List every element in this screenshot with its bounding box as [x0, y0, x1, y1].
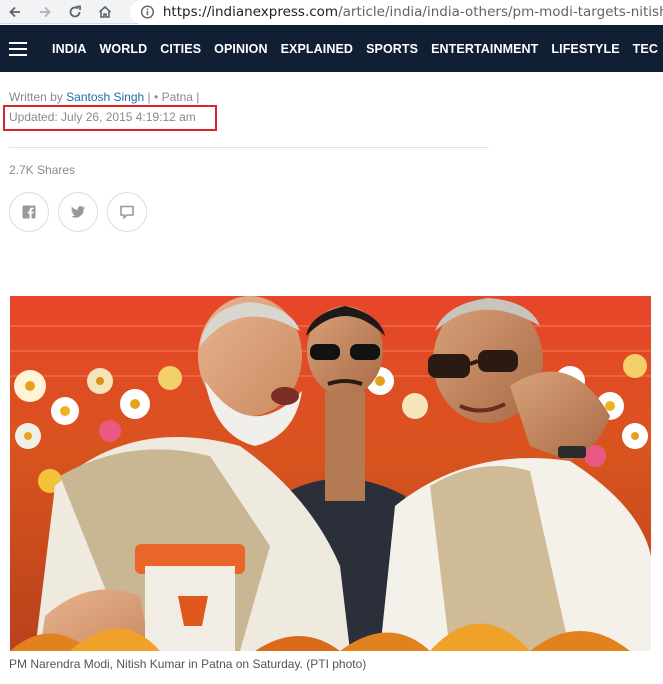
browser-toolbar: https://indianexpress.com/article/india/… — [0, 0, 663, 24]
nav-item-explained[interactable]: EXPLAINED — [281, 42, 353, 56]
site-navigation: INDIA WORLD CITIES OPINION EXPLAINED SPO… — [0, 25, 663, 72]
facebook-share-button[interactable] — [9, 192, 49, 232]
back-arrow-icon — [9, 6, 20, 17]
updated-timestamp: Updated: July 26, 2015 4:19:12 am — [9, 110, 196, 124]
byline-bullet: • — [154, 90, 159, 104]
byline-separator-2: | — [196, 90, 200, 104]
nav-item-entertainment[interactable]: ENTERTAINMENT — [431, 42, 538, 56]
nav-item-world[interactable]: WORLD — [100, 42, 148, 56]
share-count: 2.7K Shares — [9, 163, 76, 177]
photo-illustration — [10, 296, 651, 651]
home-button[interactable] — [90, 0, 120, 24]
share-buttons — [9, 192, 147, 232]
facebook-icon — [22, 205, 36, 219]
info-icon[interactable] — [140, 4, 155, 20]
byline-separator: | — [147, 90, 151, 104]
url-domain: https://indianexpress.com — [162, 4, 339, 20]
divider — [9, 147, 489, 148]
nav-item-tech[interactable]: TEC — [633, 42, 658, 56]
byline: Written by Santosh Singh | • Patna | — [9, 90, 199, 104]
author-link[interactable]: Santosh Singh — [66, 90, 144, 104]
url-path: /article/india/india-others/pm-modi-targ… — [338, 4, 663, 20]
twitter-icon — [71, 206, 85, 218]
twitter-share-button[interactable] — [58, 192, 98, 232]
reload-button[interactable] — [60, 0, 90, 24]
nav-item-cities[interactable]: CITIES — [160, 42, 201, 56]
menu-icon[interactable] — [9, 41, 27, 56]
nav-item-india[interactable]: INDIA — [52, 42, 87, 56]
nav-item-opinion[interactable]: OPINION — [214, 42, 267, 56]
article-photo — [10, 296, 651, 651]
written-by-label: Written by — [9, 90, 63, 104]
comment-icon — [120, 205, 134, 220]
comment-button[interactable] — [107, 192, 147, 232]
photo-caption: PM Narendra Modi, Nitish Kumar in Patna … — [9, 657, 367, 671]
nav-item-lifestyle[interactable]: LIFESTYLE — [551, 42, 619, 56]
reload-icon — [69, 5, 81, 17]
address-bar[interactable]: https://indianexpress.com/article/india/… — [130, 0, 663, 24]
url-text: https://indianexpress.com/article/india/… — [163, 4, 663, 20]
nav-item-sports[interactable]: SPORTS — [366, 42, 418, 56]
back-button[interactable] — [0, 0, 30, 24]
location: Patna — [161, 90, 193, 104]
home-icon — [98, 5, 112, 18]
forward-button[interactable] — [30, 0, 60, 24]
nav-links: INDIA WORLD CITIES OPINION EXPLAINED SPO… — [52, 42, 658, 56]
forward-arrow-icon — [40, 6, 51, 17]
